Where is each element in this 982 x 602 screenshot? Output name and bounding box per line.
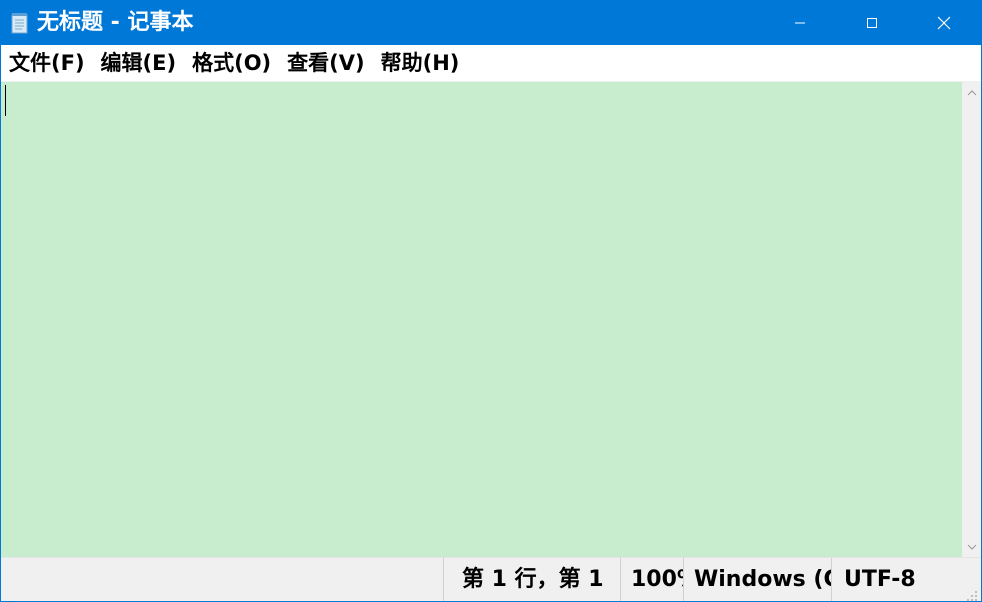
menu-edit[interactable]: 编辑(E) — [93, 45, 185, 81]
status-bar: 第 1 行，第 1 100% Windows (CRLF) UTF-8 — [1, 557, 981, 601]
status-zoom: 100% — [620, 558, 683, 601]
window-title: 无标题 - 记事本 — [37, 10, 194, 35]
minimize-button[interactable] — [764, 1, 836, 45]
title-bar[interactable]: 无标题 - 记事本 — [1, 1, 981, 45]
minimize-icon — [795, 22, 805, 24]
scroll-down-button[interactable] — [962, 538, 981, 555]
menu-format[interactable]: 格式(O) — [184, 45, 279, 81]
menu-view[interactable]: 查看(V) — [279, 45, 372, 81]
chevron-down-icon — [967, 544, 976, 550]
text-editor[interactable] — [1, 82, 962, 557]
menu-bar: 文件(F) 编辑(E) 格式(O) 查看(V) 帮助(H) — [1, 45, 981, 82]
notepad-icon[interactable] — [11, 12, 29, 34]
notepad-window: 无标题 - 记事本 文件(F) 编辑(E) 格式(O) 查看(V) 帮助(H) — [0, 0, 982, 602]
text-caret — [5, 85, 6, 116]
close-icon — [937, 16, 951, 30]
menu-file[interactable]: 文件(F) — [1, 45, 93, 81]
maximize-button[interactable] — [836, 1, 908, 45]
menu-help[interactable]: 帮助(H) — [373, 45, 468, 81]
status-line-ending: Windows (CRLF) — [683, 558, 831, 601]
chevron-up-icon — [967, 89, 976, 95]
scroll-up-button[interactable] — [962, 84, 981, 101]
maximize-icon — [867, 18, 877, 28]
status-encoding: UTF-8 — [831, 558, 981, 601]
close-button[interactable] — [908, 1, 980, 45]
vertical-scrollbar[interactable] — [962, 82, 981, 557]
resize-grip-icon[interactable] — [966, 587, 978, 601]
status-cursor-position: 第 1 行，第 1 — [443, 558, 620, 601]
